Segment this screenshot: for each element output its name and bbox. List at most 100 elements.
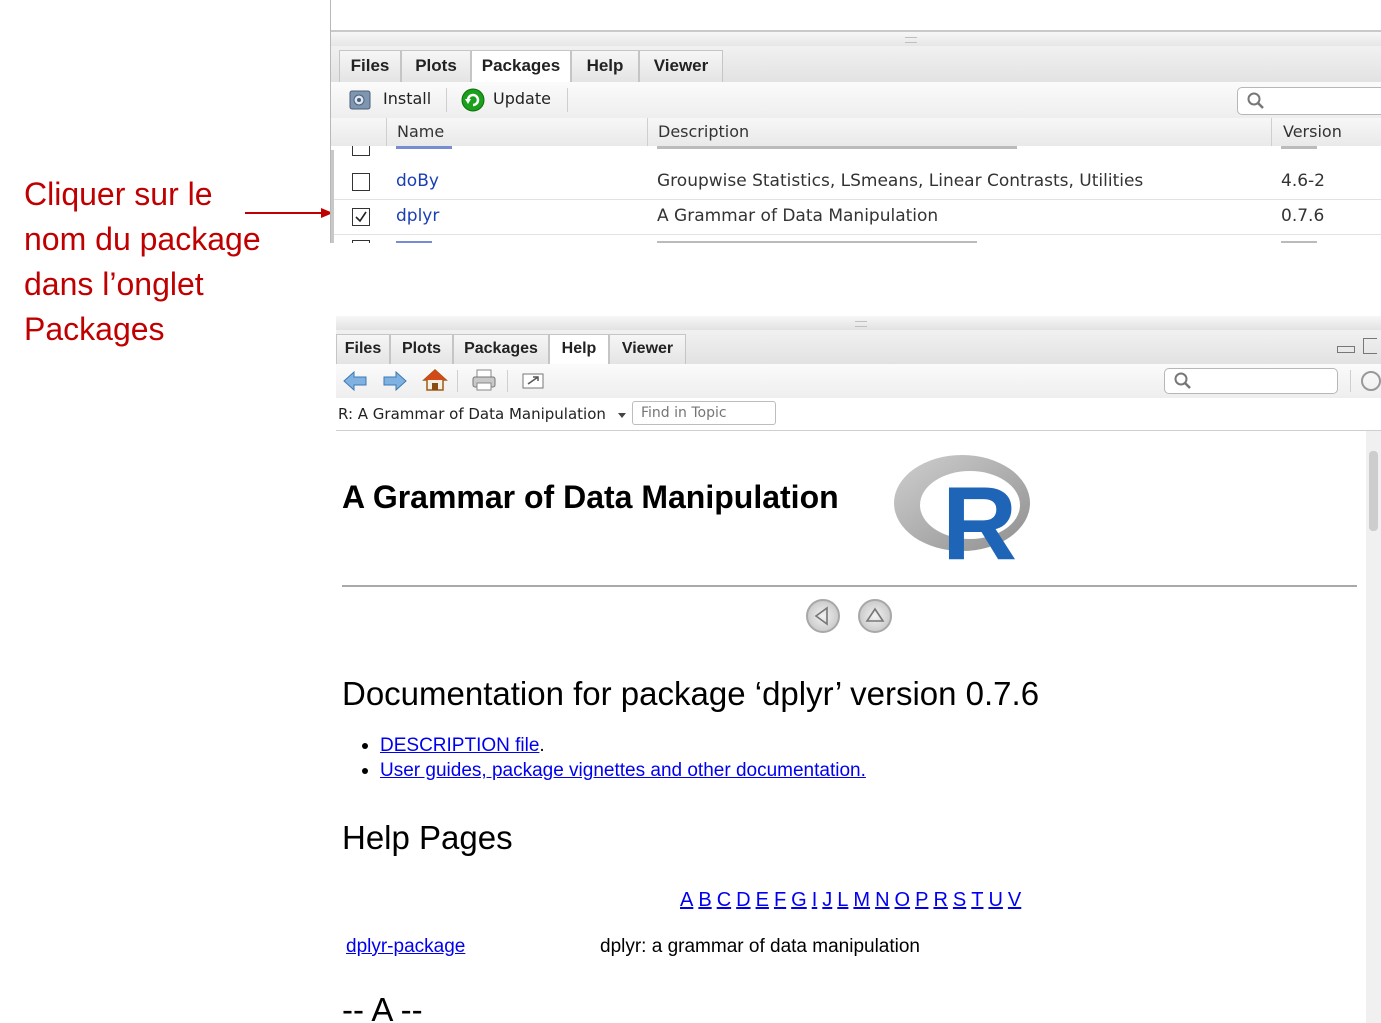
annotation-line: dans l’onglet <box>24 266 204 302</box>
package-description: A Grammar of Data Manipulation <box>657 206 939 226</box>
topic-selector[interactable]: R: A Grammar of Data Manipulation <box>338 404 627 426</box>
column-name[interactable]: Name <box>397 122 444 141</box>
tab-files[interactable]: Files <box>339 50 401 82</box>
help-toolbar <box>336 364 1381 399</box>
search-icon <box>1247 92 1264 109</box>
r-logo-letter: R <box>942 466 1017 563</box>
help-tab-bar: Files Plots Packages Help Viewer <box>336 330 1381 365</box>
alphabet-link[interactable]: A <box>680 889 693 911</box>
clipped-text <box>1281 241 1317 243</box>
alphabet-link[interactable]: J <box>822 889 832 911</box>
alphabet-link[interactable]: F <box>774 889 786 911</box>
minimize-icon[interactable] <box>1337 346 1355 353</box>
tab-packages[interactable]: Packages <box>453 334 549 364</box>
annotation-arrow <box>245 208 333 218</box>
up-page-icon[interactable] <box>858 599 892 633</box>
clipped-text <box>1281 146 1317 149</box>
alphabet-link[interactable]: L <box>837 889 848 911</box>
section-a-heading: -- A -- <box>342 991 423 1023</box>
link-suffix: . <box>539 735 545 756</box>
help-search-input[interactable] <box>1164 368 1338 394</box>
package-name-link[interactable]: doBy <box>396 171 439 191</box>
home-icon[interactable] <box>422 368 448 392</box>
doc-heading-help-pages: Help Pages <box>342 819 513 856</box>
alphabet-link[interactable]: P <box>915 889 928 911</box>
previous-page-icon[interactable] <box>806 599 840 633</box>
list-item: DESCRIPTION file. <box>380 733 866 758</box>
alphabet-index: ABCDEFGIJLMNOPRSTUV <box>680 889 1026 912</box>
row-checkbox[interactable] <box>352 208 370 226</box>
alphabet-link[interactable]: T <box>971 889 983 911</box>
refresh-help-icon[interactable] <box>1361 371 1381 391</box>
tab-help[interactable]: Help <box>571 50 639 82</box>
help-topic-bar: R: A Grammar of Data Manipulation <box>336 398 1381 431</box>
tab-help[interactable]: Help <box>549 334 609 365</box>
dplyr-package-link[interactable]: dplyr-package <box>346 936 465 958</box>
tab-files[interactable]: Files <box>336 334 390 364</box>
splitter-grip <box>855 321 867 327</box>
packages-tab-bar: Files Plots Packages Help Viewer <box>331 46 1381 83</box>
clipped-text <box>657 146 1017 149</box>
toolbar-divider <box>446 88 447 112</box>
install-label: Install <box>383 89 432 108</box>
back-arrow-icon[interactable] <box>342 370 368 392</box>
vertical-scrollbar[interactable] <box>1366 431 1381 1023</box>
alphabet-link[interactable]: E <box>756 889 769 911</box>
table-row-partial <box>331 146 1381 166</box>
tab-packages[interactable]: Packages <box>471 50 571 83</box>
alphabet-link[interactable]: C <box>717 889 731 911</box>
find-in-topic-input[interactable] <box>632 401 776 425</box>
row-checkbox[interactable] <box>352 146 370 156</box>
alphabet-link[interactable]: I <box>812 889 818 911</box>
tab-viewer[interactable]: Viewer <box>639 50 723 82</box>
forward-arrow-icon[interactable] <box>382 370 408 392</box>
package-search-input[interactable] <box>1237 87 1381 115</box>
scrollbar-thumb[interactable] <box>1369 451 1378 531</box>
table-row: dplyr A Grammar of Data Manipulation 0.7… <box>331 200 1381 235</box>
annotation-text: Cliquer sur le nom du package dans l’ong… <box>24 172 314 352</box>
toolbar-divider <box>507 370 508 392</box>
column-version[interactable]: Version <box>1283 122 1342 141</box>
checkmark-icon <box>355 211 367 223</box>
package-name-link[interactable]: dplyr <box>396 206 439 226</box>
doc-heading-documentation: Documentation for package ‘dplyr’ versio… <box>342 675 1040 712</box>
alphabet-link[interactable]: M <box>853 889 870 911</box>
maximize-icon[interactable] <box>1363 338 1377 354</box>
help-document: A Grammar of Data Manipulation R Documen… <box>336 431 1371 1023</box>
tab-plots[interactable]: Plots <box>401 50 471 82</box>
entry-description: dplyr: a grammar of data manipulation <box>600 936 920 957</box>
install-button[interactable]: Install <box>347 88 447 112</box>
user-guides-link[interactable]: User guides, package vignettes and other… <box>380 760 866 781</box>
clipped-text <box>396 146 452 149</box>
table-row: doBy Groupwise Statistics, LSmeans, Line… <box>331 165 1381 200</box>
row-checkbox[interactable] <box>352 240 370 243</box>
update-button[interactable]: Update <box>459 87 569 113</box>
description-file-link[interactable]: DESCRIPTION file <box>380 735 539 756</box>
packages-toolbar: Install Update <box>331 82 1381 119</box>
alphabet-link[interactable]: D <box>736 889 750 911</box>
package-version: 4.6-2 <box>1281 171 1325 191</box>
alphabet-link[interactable]: S <box>953 889 966 911</box>
alphabet-link[interactable]: G <box>791 889 807 911</box>
previous-pane-area <box>331 0 1381 32</box>
tab-plots[interactable]: Plots <box>390 334 453 364</box>
column-description[interactable]: Description <box>658 122 749 141</box>
row-checkbox[interactable] <box>352 173 370 191</box>
alphabet-link[interactable]: U <box>988 889 1002 911</box>
doc-link-list: DESCRIPTION file. User guides, package v… <box>356 733 866 783</box>
open-in-window-icon[interactable] <box>520 369 546 391</box>
alphabet-link[interactable]: O <box>895 889 911 911</box>
list-item: User guides, package vignettes and other… <box>380 758 866 783</box>
alphabet-link[interactable]: N <box>875 889 889 911</box>
alphabet-link[interactable]: B <box>698 889 711 911</box>
clipped-text <box>657 241 977 243</box>
pane-splitter[interactable] <box>331 32 1381 46</box>
package-table-header: Name Description Version <box>331 118 1381 147</box>
print-icon[interactable] <box>471 368 497 392</box>
search-icon <box>1174 372 1191 389</box>
alphabet-link[interactable]: V <box>1008 889 1021 911</box>
package-description: Groupwise Statistics, LSmeans, Linear Co… <box>657 171 1144 191</box>
alphabet-link[interactable]: R <box>933 889 947 911</box>
pane-splitter[interactable] <box>336 316 1381 330</box>
tab-viewer[interactable]: Viewer <box>609 334 686 364</box>
